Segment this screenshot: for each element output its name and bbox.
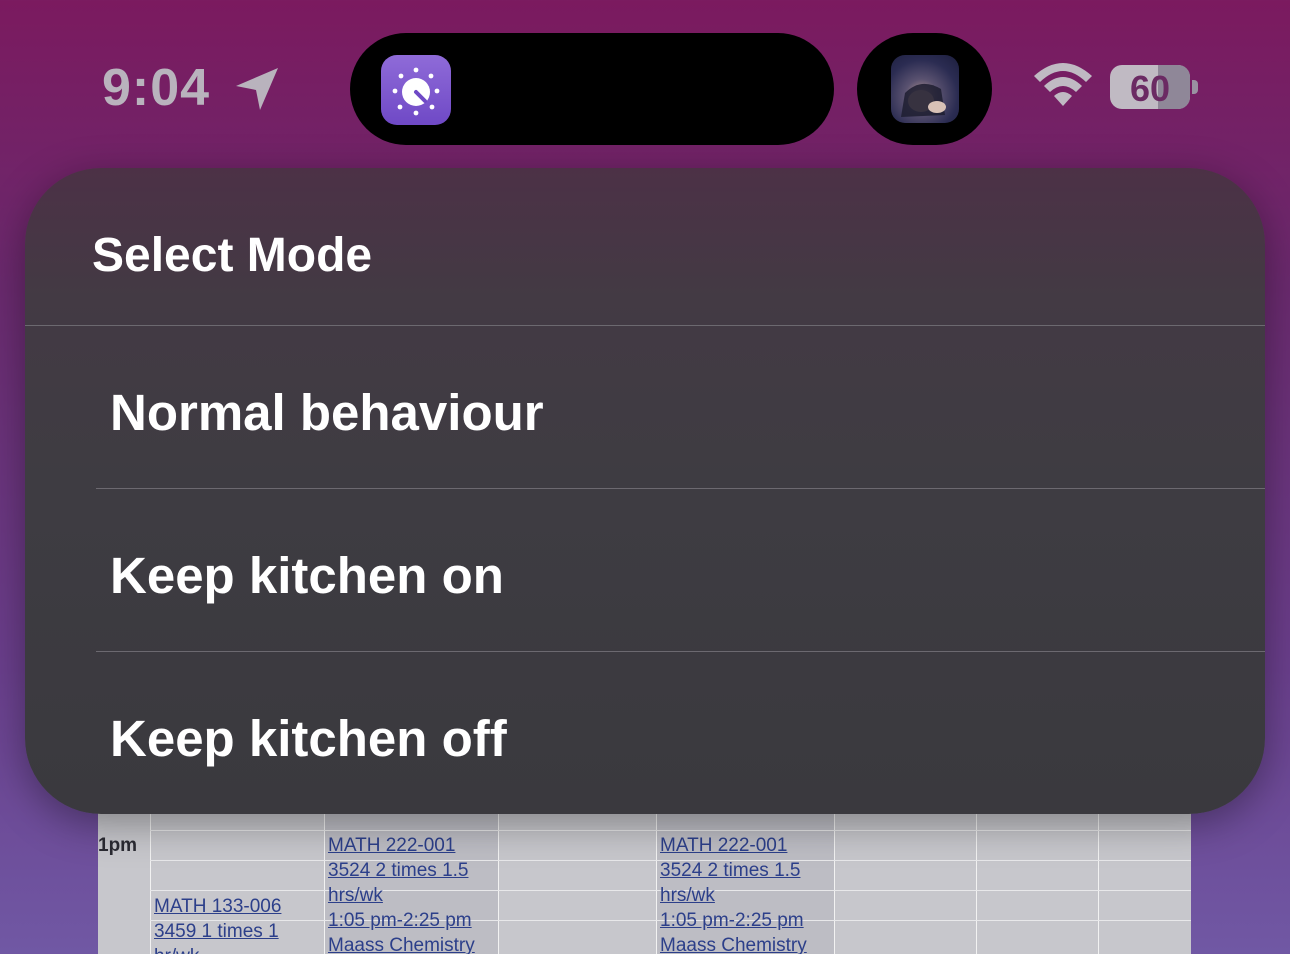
course-line: hrs/wk bbox=[328, 885, 383, 906]
course-line: MATH 133-006 bbox=[154, 896, 282, 917]
album-art[interactable] bbox=[891, 55, 959, 123]
schedule-row-line bbox=[150, 830, 1191, 831]
course-line: 1:05 pm-2:25 pm bbox=[660, 910, 804, 931]
option-label: Keep kitchen on bbox=[110, 547, 504, 604]
schedule-course-entry[interactable]: MATH 133-006 3459 1 times 1 hr/wk bbox=[154, 894, 281, 954]
battery-icon: 60 bbox=[1110, 65, 1190, 109]
status-bar-time: 9:04 bbox=[102, 59, 211, 117]
course-line: 1:05 pm-2:25 pm bbox=[328, 910, 472, 931]
course-line: hrs/wk bbox=[660, 885, 715, 906]
course-line: Maass Chemistry bbox=[660, 935, 807, 954]
dynamic-island[interactable] bbox=[350, 33, 834, 145]
wifi-icon bbox=[1034, 63, 1092, 106]
schedule-course-entry[interactable]: MATH 222-001 3524 2 times 1.5 hrs/wk 1:0… bbox=[328, 833, 475, 954]
schedule-column bbox=[498, 790, 657, 954]
sheet-title: Select Mode bbox=[92, 229, 373, 282]
schedule-column bbox=[834, 790, 977, 954]
option-divider bbox=[96, 488, 1265, 489]
option-keep-kitchen-on[interactable]: Keep kitchen on bbox=[25, 490, 1265, 652]
course-line: 3524 2 times 1.5 bbox=[328, 860, 469, 881]
schedule-course-entry[interactable]: MATH 222-001 3524 2 times 1.5 hrs/wk 1:0… bbox=[660, 833, 807, 954]
course-line: 3524 2 times 1.5 bbox=[660, 860, 801, 881]
option-normal-behaviour[interactable]: Normal behaviour bbox=[25, 327, 1265, 489]
timer-dial-glyph bbox=[392, 67, 440, 116]
schedule-column bbox=[976, 790, 1099, 954]
course-line: 3459 1 times 1 bbox=[154, 921, 279, 942]
option-divider bbox=[96, 651, 1265, 652]
course-line: hr/wk bbox=[154, 944, 281, 954]
option-label: Normal behaviour bbox=[110, 384, 544, 441]
course-line: MATH 222-001 bbox=[328, 835, 456, 856]
background-schedule-table: 1pm MATH 133-006 3459 1 times 1 hr/wk MA… bbox=[98, 790, 1191, 954]
schedule-time-label: 1pm bbox=[98, 835, 138, 856]
battery-level-text: 60 bbox=[1129, 68, 1171, 109]
schedule-column bbox=[1098, 790, 1191, 954]
course-line: Maass Chemistry bbox=[328, 935, 475, 954]
location-arrow-icon bbox=[236, 68, 278, 110]
now-playing-bubble[interactable] bbox=[857, 33, 992, 145]
option-label: Keep kitchen off bbox=[110, 710, 507, 767]
select-mode-sheet: Select Mode Normal behaviour Keep kitche… bbox=[25, 168, 1265, 814]
album-art-figure bbox=[901, 83, 946, 117]
course-line: MATH 222-001 bbox=[660, 835, 788, 856]
title-divider bbox=[25, 325, 1265, 326]
battery-cap bbox=[1192, 80, 1198, 94]
timer-dial-icon[interactable] bbox=[381, 55, 451, 125]
option-keep-kitchen-off[interactable]: Keep kitchen off bbox=[25, 653, 1265, 814]
